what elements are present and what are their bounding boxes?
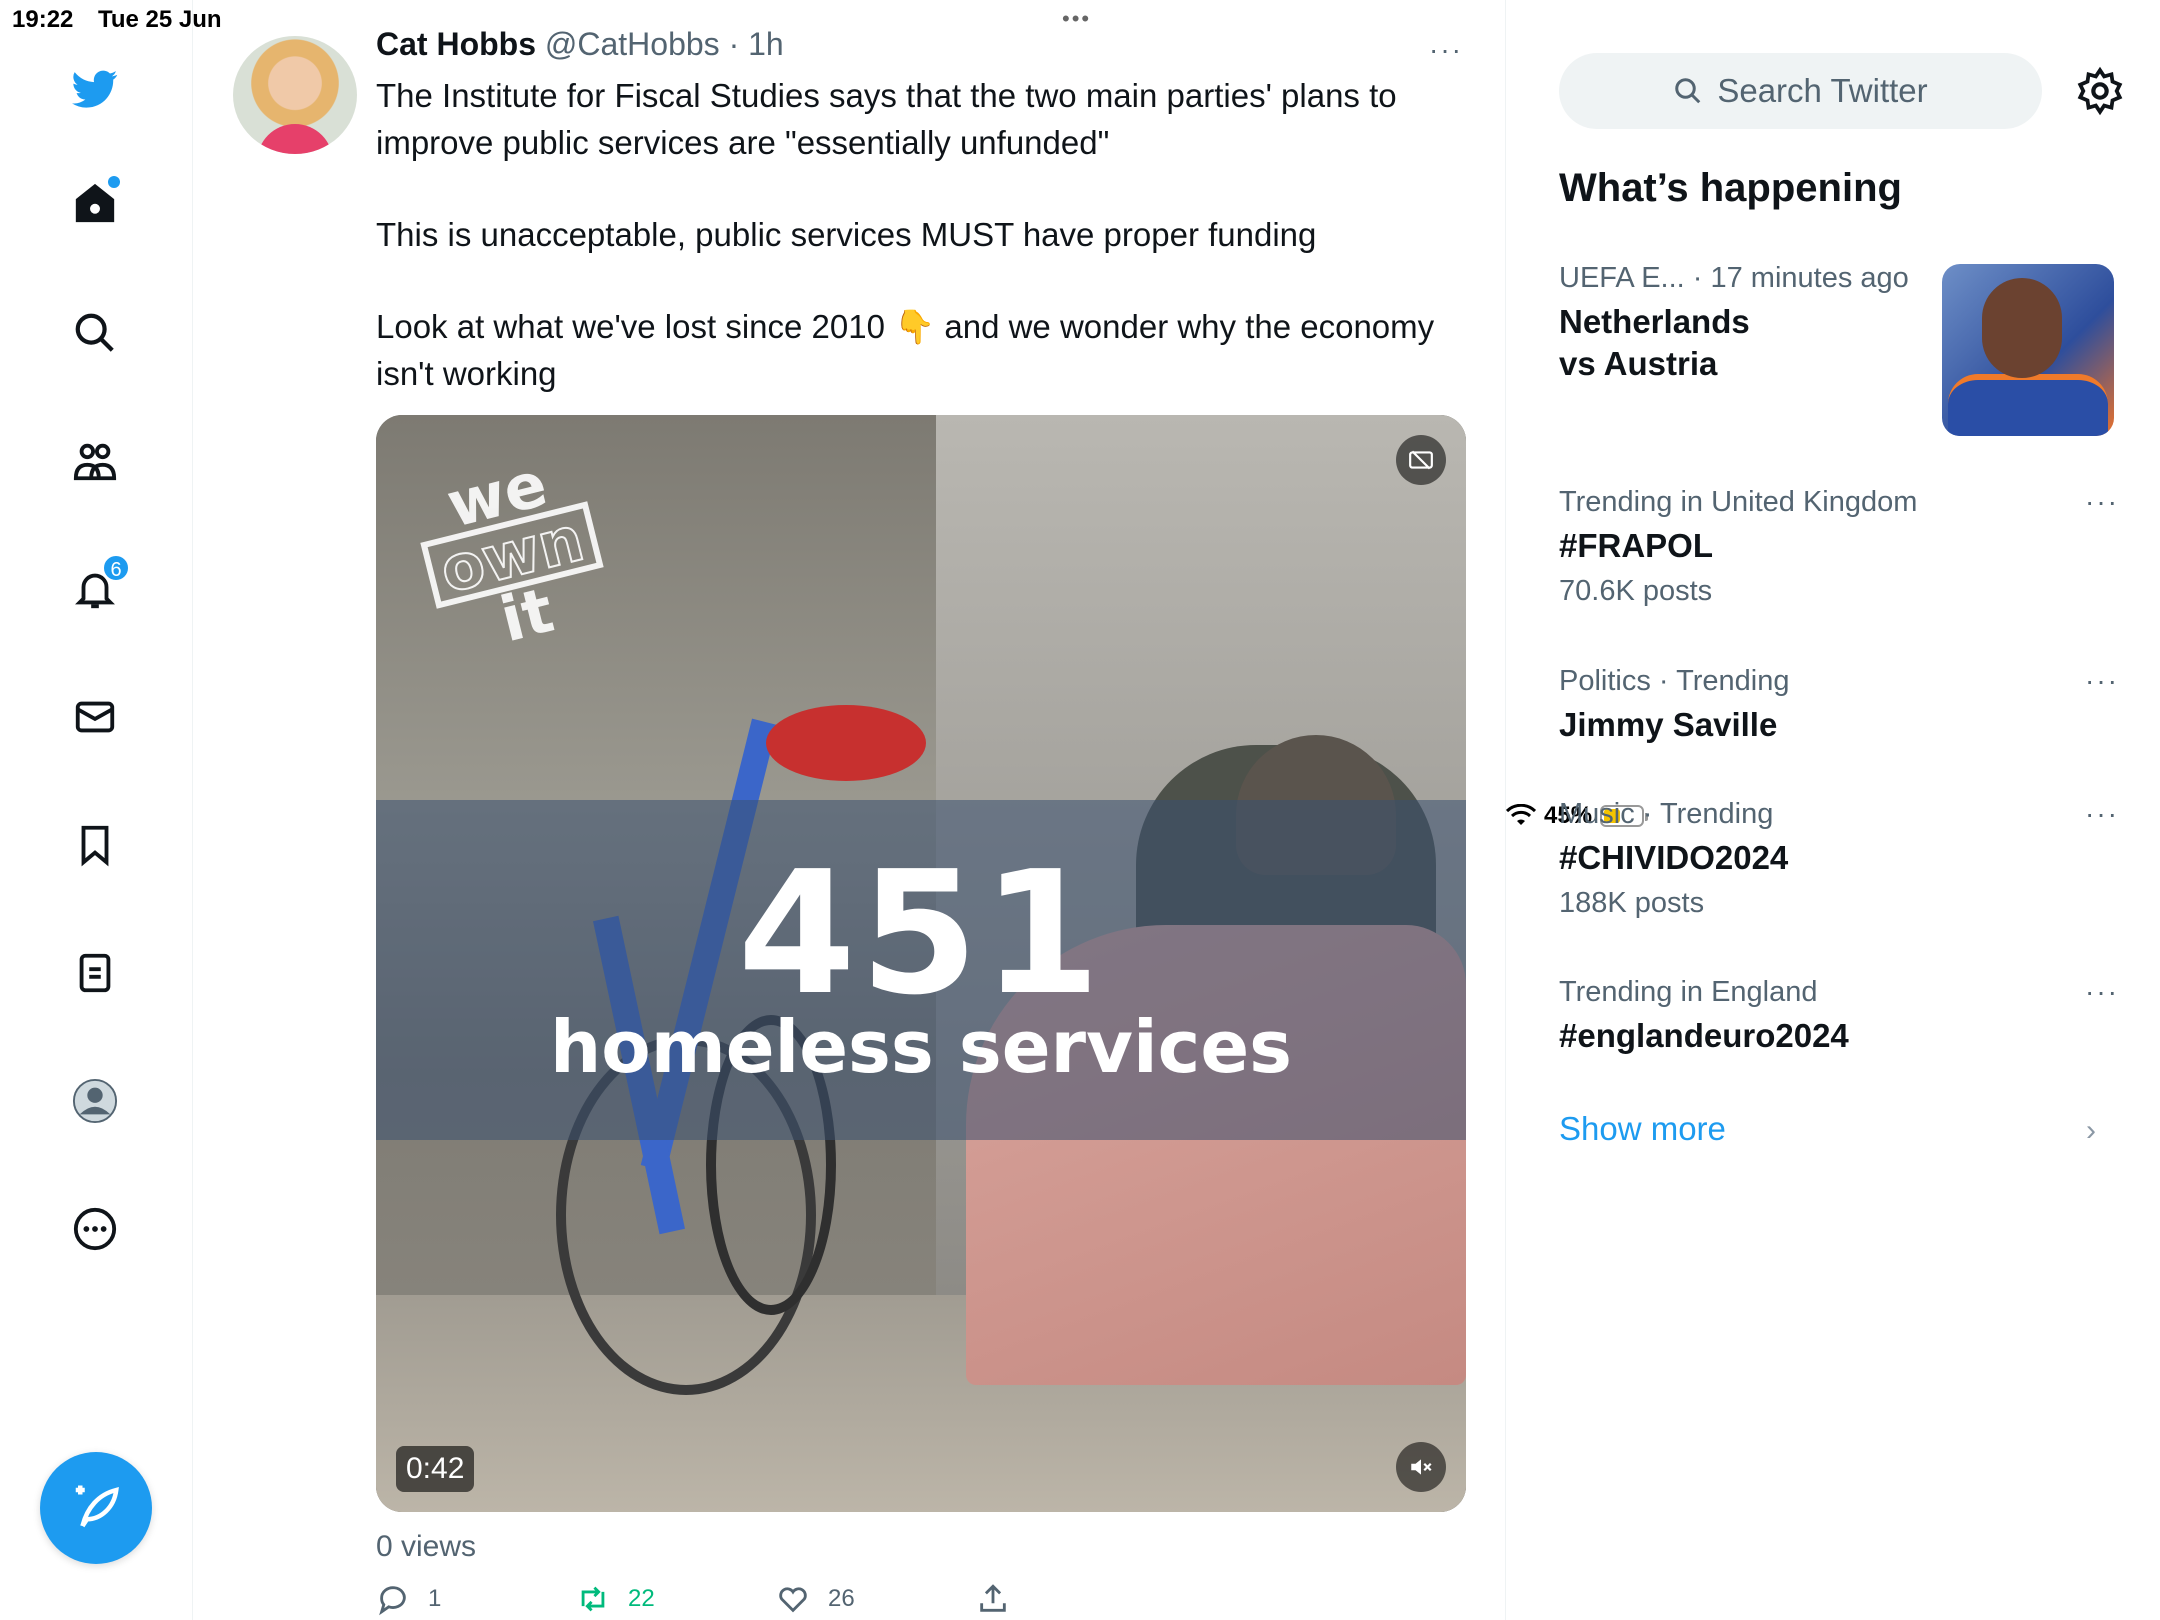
trend-more-button[interactable]: ··· [2085,486,2119,518]
search-icon[interactable] [64,302,126,364]
home-unread-dot [108,176,120,188]
search-placeholder: Search Twitter [1717,72,1928,109]
chevron-right-icon: › [2086,1114,2096,1147]
trend-title: Jimmy Saville [1559,706,1778,743]
like-count: 26 [828,1585,855,1612]
share-button[interactable] [976,1582,1010,1616]
trend-meta: Trending in United Kingdom [1559,486,1918,518]
author-name[interactable]: Cat Hobbs [376,26,536,62]
captions-icon[interactable] [1396,435,1446,485]
author-handle: @CatHobbs · 1h [544,26,784,62]
video-duration: 0:42 [396,1446,475,1492]
search-twitter-input[interactable]: Search Twitter [1559,53,2042,129]
trend-item[interactable]: Politics · Trending Jimmy Saville ··· [1559,665,2119,746]
notifications-bell-icon[interactable]: 6 [64,554,130,620]
tweet-video[interactable]: 451 homeless services we own it 0:42 [376,415,1466,1512]
trend-post-count: 188K posts [1559,887,1705,919]
retweet-icon [581,1586,605,1612]
reply-count: 1 [428,1585,442,1612]
bookmarks-icon[interactable] [64,814,126,876]
search-icon [1675,78,1701,104]
twitter-logo-icon[interactable] [64,58,126,120]
view-count: 0 views [376,1530,477,1563]
trend-thumbnail[interactable] [1942,264,2114,436]
overlay-number: 451 [737,835,1105,1033]
show-more-link[interactable]: Show more [1559,1110,1726,1148]
tweet-paragraph: This is unacceptable, public services MU… [376,216,1317,253]
whats-happening-heading: What’s happening [1559,166,1902,210]
more-circle-icon[interactable] [64,1198,126,1260]
messages-mail-icon[interactable] [64,686,126,748]
tweet-paragraph: Look at what we've lost since 2010 👇 and… [376,308,1444,392]
communities-icon[interactable] [64,430,126,492]
retweet-count: 22 [628,1585,655,1612]
home-icon[interactable] [64,172,126,234]
heart-icon [779,1587,807,1613]
trend-meta: UEFA E... · 17 minutes ago [1559,262,1909,294]
trend-meta: Trending in England [1559,976,1818,1008]
feather-plus-icon [75,1485,119,1528]
trend-meta: Music · Trending [1559,798,1774,830]
profile-avatar-icon[interactable] [64,1070,126,1132]
trend-title: #englandeuro2024 [1559,1017,1849,1054]
trend-item[interactable]: Music · Trending #CHIVIDO2024 188K posts… [1559,798,2119,920]
retweet-button[interactable]: 22 [576,1582,655,1616]
notifications-badge: 6 [102,554,130,582]
share-icon [980,1584,1006,1612]
mute-icon[interactable] [1396,1442,1446,1492]
reply-icon [379,1586,406,1616]
trend-more-button[interactable]: ··· [2085,976,2119,1008]
overlay-label: homeless services [549,1005,1293,1089]
tweet-body: The Institute for Fiscal Studies says th… [376,72,1446,442]
trend-post-count: 70.6K posts [1559,575,1713,607]
trend-title: #CHIVIDO2024 [1559,839,1789,876]
compose-tweet-button[interactable] [40,1452,152,1564]
tweet-more-button[interactable]: ··· [1429,34,1463,66]
trend-more-button[interactable]: ··· [2085,798,2119,830]
trend-item[interactable]: Trending in England #englandeuro2024 ··· [1559,976,2119,1057]
tweet-actions: 1 22 26 [376,1582,1466,1620]
like-button[interactable]: 26 [776,1582,855,1616]
left-navigation: 6 [0,0,193,1620]
trend-title: Netherlands vs Austria [1559,303,1750,382]
trend-meta: Politics · Trending [1559,665,1790,697]
trend-item[interactable]: Trending in United Kingdom #FRAPOL 70.6K… [1559,486,2119,608]
settings-gear-icon[interactable] [2075,66,2125,116]
tweet-detail: Cat Hobbs @CatHobbs · 1h ··· The Institu… [193,0,1506,1620]
lists-icon[interactable] [64,942,126,1004]
author-avatar[interactable] [233,36,357,154]
tweet-author[interactable]: Cat Hobbs @CatHobbs · 1h [376,26,784,63]
reply-button[interactable]: 1 [376,1582,441,1616]
trend-item[interactable]: UEFA E... · 17 minutes ago Netherlands v… [1559,262,1939,385]
trend-title: #FRAPOL [1559,527,1714,564]
right-sidebar: Search Twitter What’s happening UEFA E..… [1506,0,2160,1620]
trend-more-button[interactable]: ··· [2085,665,2119,697]
tweet-paragraph: The Institute for Fiscal Studies says th… [376,77,1406,161]
